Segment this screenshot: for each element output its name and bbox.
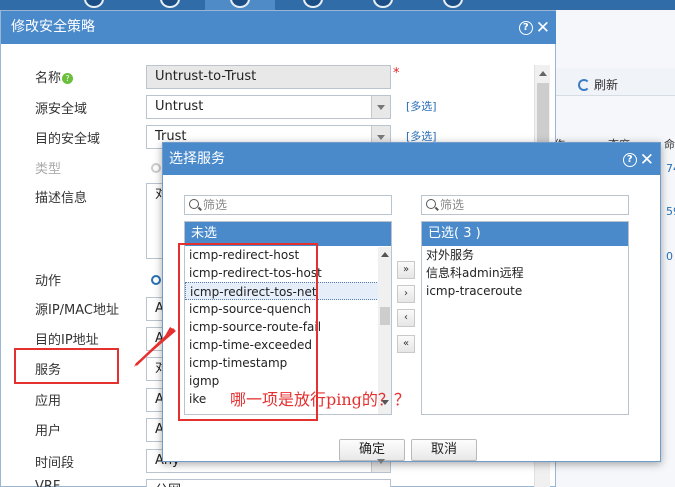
row-count: 74 (666, 162, 675, 175)
annotation-arrow-icon (134, 327, 176, 367)
type-radio[interactable] (151, 163, 161, 173)
search-icon (189, 199, 199, 209)
source-zone-multi-link[interactable]: [多选] (406, 98, 437, 114)
row-count: 59 (666, 205, 675, 218)
remove-button[interactable]: ‹ (397, 309, 415, 327)
refresh-label: 刷新 (594, 78, 619, 92)
chevron-down-icon (377, 459, 385, 464)
scroll-up-icon[interactable] (539, 71, 547, 76)
required-mark: * (393, 66, 400, 81)
list-item[interactable]: 信息科admin远程 (422, 264, 628, 282)
chevron-down-icon (377, 105, 385, 110)
dialog-title: 修改安全策略 (11, 19, 95, 35)
source-ip-label: 源IP/MAC地址 (35, 303, 120, 318)
application-label: 应用 (35, 394, 62, 409)
annotation-highlight-service (14, 348, 119, 384)
cancel-button[interactable]: 取消 (411, 439, 477, 461)
dialog-title: 选择服务 (169, 151, 225, 167)
add-button[interactable]: › (397, 285, 415, 303)
vrf-field[interactable]: 公网 (146, 479, 391, 487)
refresh-icon (578, 79, 590, 91)
device-icon[interactable] (443, 0, 463, 8)
selected-header: 已选( 3 ) (422, 222, 628, 246)
chevron-down-icon (377, 135, 385, 140)
source-zone-value: Untrust (155, 99, 204, 114)
name-label: 名称? (35, 67, 74, 86)
unselected-search-input[interactable]: 筛选 (184, 195, 392, 215)
refresh-button[interactable]: 刷新 (578, 76, 618, 93)
user-icon[interactable] (160, 0, 180, 8)
dialog-title-bar: 选择服务 ? ✕ (163, 143, 660, 175)
selected-service-list[interactable]: 已选( 3 ) 对外服务 信息科admin远程 icmp-traceroute (421, 221, 629, 415)
close-icon[interactable]: ✕ (536, 19, 550, 36)
scroll-up-icon[interactable] (381, 252, 389, 257)
help-question-icon[interactable]: ? (62, 73, 74, 84)
annotation-text: 哪一项是放行ping的？？ (230, 390, 410, 409)
name-field[interactable]: Untrust-to-Trust (146, 65, 391, 89)
add-all-button[interactable]: » (397, 261, 415, 279)
source-zone-select[interactable]: Untrust (146, 95, 391, 119)
description-label: 描述信息 (35, 191, 88, 206)
type-label: 类型 (35, 162, 62, 177)
list-item[interactable]: icmp-traceroute (422, 282, 628, 300)
help-icon[interactable]: ? (622, 152, 637, 167)
help-icon[interactable]: ? (518, 20, 533, 35)
source-zone-label: 源安全域 (35, 102, 88, 117)
row-count: 0 (666, 250, 673, 263)
col-header-hits: 命 (664, 138, 675, 151)
arrow-shaft (135, 328, 175, 366)
name-label-text: 名称 (35, 71, 62, 86)
dest-zone-label: 目的安全域 (35, 132, 101, 147)
search-placeholder: 筛选 (440, 198, 465, 212)
search-placeholder: 筛选 (203, 198, 228, 212)
action-label: 动作 (35, 274, 62, 289)
globe-icon[interactable] (373, 0, 393, 8)
dest-ip-label: 目的IP地址 (35, 333, 99, 348)
list-item[interactable]: 对外服务 (422, 246, 628, 264)
ok-button[interactable]: 确定 (339, 439, 405, 461)
user-label: 用户 (35, 424, 62, 439)
dialog-title-bar: 修改安全策略 ? ✕ (1, 11, 556, 44)
remove-all-button[interactable]: « (397, 335, 415, 353)
share-icon[interactable] (303, 0, 323, 8)
selected-search-input[interactable]: 筛选 (421, 195, 629, 215)
time-range-label: 时间段 (35, 456, 75, 471)
scroll-thumb[interactable] (380, 307, 390, 325)
vrf-label: VRF (35, 479, 61, 487)
search-icon (426, 199, 436, 209)
monitor-icon[interactable] (84, 0, 104, 8)
close-icon[interactable]: ✕ (640, 151, 654, 168)
action-radio[interactable] (151, 275, 161, 285)
app-toolbar (0, 0, 675, 10)
